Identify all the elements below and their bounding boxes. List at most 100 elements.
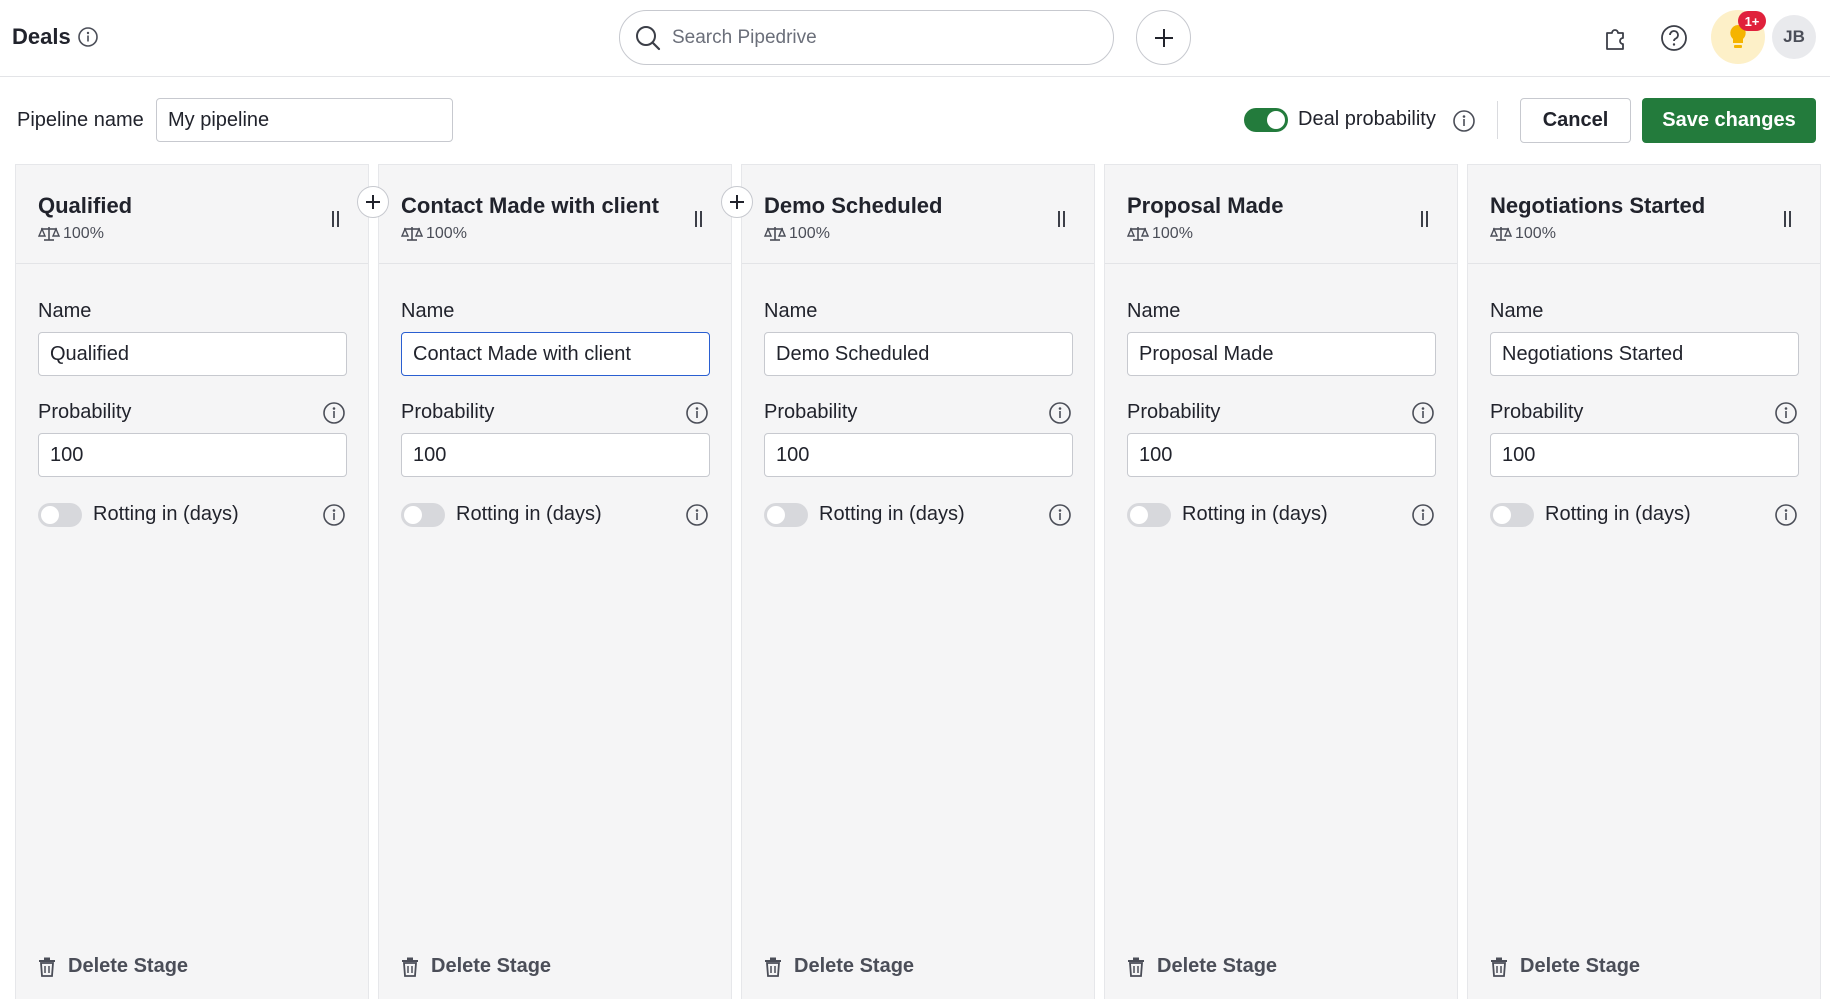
stage-probability-text: 100% [1152, 225, 1193, 242]
rotting-label: Rotting in (days) [1545, 503, 1691, 525]
quick-add-button[interactable] [1136, 10, 1191, 65]
delete-stage-button[interactable]: Delete Stage [1127, 955, 1277, 978]
save-changes-button[interactable]: Save changes [1642, 98, 1816, 143]
deal-probability-toggle[interactable] [1244, 108, 1288, 132]
probability-input[interactable] [401, 433, 710, 477]
probability-input[interactable] [38, 433, 347, 477]
name-label: Name [764, 300, 818, 322]
rotting-toggle[interactable] [38, 503, 82, 527]
toggle-knob [404, 506, 422, 524]
probability-input[interactable] [764, 433, 1073, 477]
rotting-label: Rotting in (days) [456, 503, 602, 525]
info-icon[interactable] [685, 401, 709, 425]
delete-stage-button[interactable]: Delete Stage [38, 955, 188, 978]
probability-input[interactable] [1490, 433, 1799, 477]
stage-name-input[interactable] [38, 332, 347, 376]
search-input[interactable] [672, 26, 1072, 49]
rotting-toggle[interactable] [1490, 503, 1534, 527]
rotting-toggle[interactable] [401, 503, 445, 527]
help-button[interactable] [1656, 20, 1692, 56]
stage-name-input[interactable] [1490, 332, 1799, 376]
stage-name-input[interactable] [764, 332, 1073, 376]
rotting-toggle[interactable] [1127, 503, 1171, 527]
scale-icon [38, 227, 60, 241]
stage-probability: 100% [1127, 225, 1193, 243]
stage-column: Proposal Made 100% Name Probability Rott… [1104, 164, 1458, 999]
drag-handle-icon[interactable] [1420, 211, 1430, 227]
info-icon[interactable] [77, 26, 99, 48]
drag-handle-icon[interactable] [331, 211, 341, 227]
info-icon[interactable] [1452, 109, 1476, 133]
toolbar-divider [1497, 101, 1498, 139]
info-icon[interactable] [1048, 503, 1072, 527]
stage-probability-text: 100% [426, 225, 467, 242]
stage-header[interactable]: Qualified 100% [16, 165, 368, 264]
scale-icon [401, 227, 423, 241]
delete-stage-label: Delete Stage [68, 955, 189, 977]
info-icon[interactable] [1411, 503, 1435, 527]
top-bar: Deals 1+ JB [0, 0, 1830, 77]
info-icon[interactable] [685, 503, 709, 527]
trash-icon [39, 957, 55, 977]
cancel-button[interactable]: Cancel [1520, 98, 1631, 143]
toggle-knob [1493, 506, 1511, 524]
add-stage-button[interactable] [721, 186, 753, 218]
delete-stage-label: Delete Stage [794, 955, 915, 977]
drag-handle-icon[interactable] [694, 211, 704, 227]
delete-stage-label: Delete Stage [431, 955, 552, 977]
add-stage-button[interactable] [357, 186, 389, 218]
search-box[interactable] [619, 10, 1114, 65]
info-icon[interactable] [1774, 401, 1798, 425]
info-icon[interactable] [1048, 401, 1072, 425]
stage-probability-text: 100% [63, 225, 104, 242]
name-label: Name [1490, 300, 1544, 322]
name-label: Name [401, 300, 455, 322]
stage-header[interactable]: Negotiations Started 100% [1468, 165, 1820, 264]
stage-name-input[interactable] [1127, 332, 1436, 376]
delete-stage-button[interactable]: Delete Stage [401, 955, 551, 978]
delete-stage-button[interactable]: Delete Stage [1490, 955, 1640, 978]
stage-column: Qualified 100% Name Probability Rotting … [15, 164, 369, 999]
delete-stage-button[interactable]: Delete Stage [764, 955, 914, 978]
toggle-knob [1130, 506, 1148, 524]
drag-handle-icon[interactable] [1783, 211, 1793, 227]
help-icon [1661, 25, 1687, 51]
probability-input[interactable] [1127, 433, 1436, 477]
delete-stage-label: Delete Stage [1520, 955, 1641, 977]
stage-title: Demo Scheduled [764, 193, 943, 218]
info-icon[interactable] [1411, 401, 1435, 425]
stage-name-input[interactable] [401, 332, 710, 376]
rotting-label: Rotting in (days) [1182, 503, 1328, 525]
stage-header[interactable]: Contact Made with client 100% [379, 165, 731, 264]
info-icon[interactable] [1774, 503, 1798, 527]
rotting-label: Rotting in (days) [819, 503, 965, 525]
scale-icon [764, 227, 786, 241]
stage-column: Contact Made with client 100% Name Proba… [378, 164, 732, 999]
stage-column: Demo Scheduled 100% Name Probability Rot… [741, 164, 1095, 999]
deal-probability-label: Deal probability [1298, 108, 1436, 130]
probability-label: Probability [764, 401, 858, 423]
stage-probability: 100% [764, 225, 830, 243]
page-title: Deals [12, 24, 99, 50]
probability-label: Probability [38, 401, 132, 423]
scale-icon [1127, 227, 1149, 241]
stage-title: Negotiations Started [1490, 193, 1706, 218]
stage-probability-text: 100% [1515, 225, 1556, 242]
toggle-knob [767, 506, 785, 524]
rotting-toggle[interactable] [764, 503, 808, 527]
info-icon[interactable] [322, 503, 346, 527]
info-icon[interactable] [322, 401, 346, 425]
notification-badge: 1+ [1738, 11, 1766, 31]
stage-header[interactable]: Proposal Made 100% [1105, 165, 1457, 264]
toggle-knob [41, 506, 59, 524]
stage-header[interactable]: Demo Scheduled 100% [742, 165, 1094, 264]
probability-label: Probability [1490, 401, 1584, 423]
stage-probability: 100% [401, 225, 467, 243]
name-label: Name [38, 300, 92, 322]
plus-icon [1154, 28, 1173, 47]
extensions-button[interactable] [1597, 20, 1633, 56]
drag-handle-icon[interactable] [1057, 211, 1067, 227]
avatar[interactable]: JB [1772, 15, 1816, 59]
pipeline-name-input[interactable] [156, 98, 453, 142]
probability-label: Probability [1127, 401, 1221, 423]
